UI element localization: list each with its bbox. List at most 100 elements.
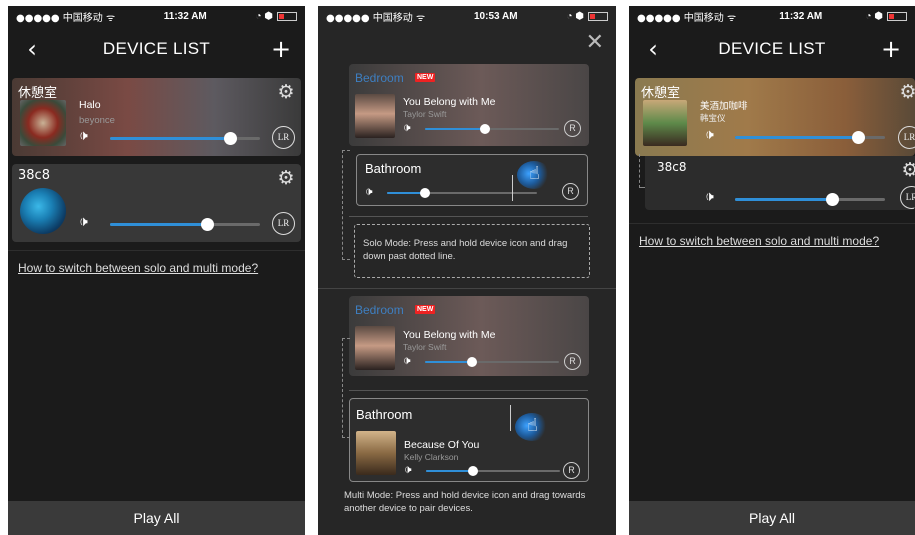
volume-slider bbox=[387, 188, 537, 198]
volume-slider bbox=[425, 124, 559, 134]
volume-knob bbox=[466, 357, 477, 367]
tutorial-device-card: Bathroom Because Of You Kelly Clarkson 🕩… bbox=[349, 398, 589, 482]
room-name: 休憩室 bbox=[641, 86, 681, 101]
volume-fill bbox=[110, 137, 230, 140]
status-bar: ●●●●● 中国移动 ᯤ 11:32 AM ◔ ⬢ bbox=[8, 6, 305, 26]
status-bar: ●●●●● 中国移动 ᯤ 11:32 AM ◔ ⬢ bbox=[629, 6, 915, 26]
divider bbox=[349, 390, 588, 391]
volume-knob bbox=[467, 466, 478, 476]
help-link[interactable]: How to switch between solo and multi mod… bbox=[18, 261, 258, 275]
back-arrow-icon[interactable]: ‹ bbox=[18, 35, 46, 63]
track-artist: Kelly Clarkson bbox=[404, 452, 459, 462]
room-name: 38c8 bbox=[18, 168, 50, 183]
device-list-screen-1: ●●●●● 中国移动 ᯤ 11:32 AM ◔ ⬢ ‹ DEVICE LIST … bbox=[8, 6, 305, 535]
volume-slider[interactable] bbox=[735, 131, 885, 144]
tutorial-device-card: Bathroom 🕩 R ☝ bbox=[356, 154, 588, 206]
device-list-screen-3: ●●●●● 中国移动 ᯤ 11:32 AM ◔ ⬢ ‹ DEVICE LIST … bbox=[629, 6, 915, 535]
speaker-icon: 🕩 bbox=[365, 184, 373, 198]
gear-icon[interactable]: ⚙ bbox=[275, 167, 297, 189]
status-bar: ●●●●● 中国移动 ᯤ 10:53 AM ◔ ⬢ bbox=[318, 6, 616, 26]
speaker-icon[interactable]: 🕩 bbox=[79, 128, 88, 144]
divider bbox=[349, 216, 588, 217]
hand-tap-icon: ☝ bbox=[515, 413, 549, 441]
carrier-label: ●●●●● 中国移动 ᯤ bbox=[637, 12, 737, 24]
gear-icon[interactable]: ⚙ bbox=[899, 159, 915, 181]
gear-icon[interactable]: ⚙ bbox=[897, 81, 915, 103]
nav-bar: ‹ DEVICE LIST + bbox=[8, 26, 305, 72]
volume-fill bbox=[425, 361, 472, 363]
back-arrow-icon[interactable]: ‹ bbox=[639, 35, 667, 63]
solo-note-box: Solo Mode: Press and hold device icon an… bbox=[354, 224, 590, 278]
device-card[interactable]: 38c8 ⚙ 🕩 LR bbox=[12, 164, 301, 242]
speaker-icon[interactable]: 🕩 bbox=[705, 127, 714, 143]
room-name: 休憩室 bbox=[18, 86, 58, 101]
volume-knob bbox=[480, 124, 491, 134]
help-link[interactable]: How to switch between solo and multi mod… bbox=[639, 234, 879, 248]
tutorial-device-card: Bedroom NEW You Belong with Me Taylor Sw… bbox=[349, 64, 589, 146]
album-art bbox=[355, 326, 395, 370]
volume-knob[interactable] bbox=[201, 218, 214, 231]
volume-fill bbox=[735, 136, 858, 139]
device-icon[interactable] bbox=[20, 188, 66, 234]
page-title: DEVICE LIST bbox=[718, 39, 826, 58]
divider bbox=[318, 288, 616, 289]
room-name: 38c8 bbox=[657, 160, 687, 174]
add-device-button[interactable]: + bbox=[267, 35, 295, 63]
track-artist: Taylor Swift bbox=[403, 342, 447, 352]
play-all-button[interactable]: Play All bbox=[8, 501, 305, 535]
track-title: Halo bbox=[79, 99, 101, 111]
group-device-card[interactable]: 休憩室 ⚙ 美酒加咖啡 韩宝仪 🕩 LR bbox=[635, 78, 915, 156]
divider bbox=[629, 223, 915, 224]
divider bbox=[8, 250, 305, 251]
r-icon: R bbox=[564, 353, 581, 370]
volume-slider bbox=[425, 357, 559, 367]
carrier-label: ●●●●● 中国移动 ᯤ bbox=[326, 12, 426, 24]
clock: 11:32 AM bbox=[779, 10, 823, 22]
volume-fill bbox=[735, 198, 833, 201]
hand-tap-icon: ☝ bbox=[517, 161, 551, 189]
r-icon: R bbox=[562, 183, 579, 200]
grouped-sub-device[interactable]: 38c8 ⚙ 🕩 LR bbox=[645, 156, 915, 210]
album-art bbox=[355, 94, 395, 138]
add-device-button[interactable]: + bbox=[877, 35, 905, 63]
device-card[interactable]: 休憩室 ⚙ Halo beyonce 🕩 LR bbox=[12, 78, 301, 156]
tutorial-screen: ●●●●● 中国移动 ᯤ 10:53 AM ◔ ⬢ ✕ Bedroom NEW … bbox=[318, 6, 616, 535]
room-name: Bedroom bbox=[355, 303, 404, 317]
volume-slider[interactable] bbox=[110, 132, 260, 145]
clock: 11:32 AM bbox=[163, 10, 207, 22]
volume-knob[interactable] bbox=[851, 131, 865, 144]
speaker-icon[interactable]: 🕩 bbox=[705, 189, 714, 205]
r-icon: R bbox=[563, 462, 580, 479]
track-title: Because Of You bbox=[404, 439, 480, 451]
lr-icon[interactable]: LR bbox=[272, 126, 295, 149]
battery-icon bbox=[277, 11, 297, 21]
volume-fill bbox=[387, 192, 425, 194]
room-name: Bathroom bbox=[356, 407, 413, 422]
group-bracket bbox=[639, 154, 645, 188]
album-art bbox=[20, 100, 66, 146]
volume-knob bbox=[419, 188, 430, 198]
new-badge: NEW bbox=[415, 73, 436, 82]
room-name: Bathroom bbox=[365, 161, 422, 176]
volume-slider[interactable] bbox=[735, 193, 885, 206]
play-all-button[interactable]: Play All bbox=[629, 501, 915, 535]
speaker-icon: 🕩 bbox=[404, 462, 412, 476]
tutorial-device-card: Bedroom NEW You Belong with Me Taylor Sw… bbox=[349, 296, 589, 376]
volume-slider[interactable] bbox=[110, 218, 260, 231]
track-artist: Taylor Swift bbox=[403, 109, 447, 119]
speaker-icon: 🕩 bbox=[403, 353, 411, 367]
gear-icon[interactable]: ⚙ bbox=[275, 81, 297, 103]
volume-knob[interactable] bbox=[826, 193, 839, 206]
status-icons: ◔ ⬢ bbox=[566, 11, 608, 22]
lr-icon[interactable]: LR bbox=[272, 212, 295, 235]
close-icon[interactable]: ✕ bbox=[586, 30, 604, 55]
volume-fill bbox=[110, 223, 208, 226]
track-title: 美酒加咖啡 bbox=[700, 101, 748, 112]
volume-knob[interactable] bbox=[223, 132, 237, 145]
track-title: You Belong with Me bbox=[403, 96, 496, 108]
lr-icon[interactable]: LR bbox=[898, 126, 915, 149]
speaker-icon[interactable]: 🕩 bbox=[79, 214, 88, 230]
up-arrow bbox=[510, 405, 511, 431]
nav-bar: ‹ DEVICE LIST + bbox=[629, 26, 915, 72]
track-title: You Belong with Me bbox=[403, 329, 496, 341]
